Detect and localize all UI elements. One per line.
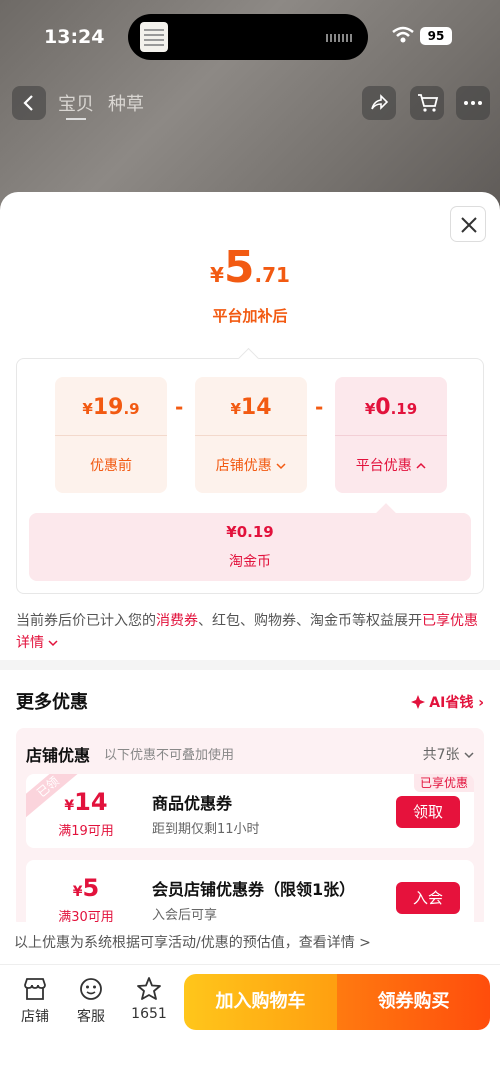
currency-symbol: ¥ xyxy=(82,400,93,418)
disclaimer-bar: 以上优惠为系统根据可享活动/优惠的预估值，查看详情 > xyxy=(0,922,500,964)
currency-symbol: ¥ xyxy=(210,263,224,287)
favorite-count: 1651 xyxy=(131,1006,167,1022)
close-button[interactable] xyxy=(450,206,486,242)
final-price: ¥5.71 xyxy=(0,242,500,293)
section-divider xyxy=(0,660,500,670)
note-text: 当前券后价已计入您的 xyxy=(16,613,156,629)
tab-underline xyxy=(66,118,86,120)
price-calculation-box: ¥19.9 优惠前 - ¥14 店铺优惠 - ¥0.19 平台优惠 ¥0.19 … xyxy=(16,358,484,594)
customer-service-button[interactable]: 客服 xyxy=(66,976,116,1026)
original-price-dec: .9 xyxy=(123,400,140,418)
ai-save-button[interactable]: AI省钱 › xyxy=(410,692,484,712)
store-nav-button[interactable]: 店铺 xyxy=(10,976,60,1026)
chevron-left-icon xyxy=(23,95,33,111)
disclaimer-link[interactable]: 以上优惠为系统根据可享活动/优惠的预估值，查看详情 > xyxy=(14,932,371,952)
platform-discount-dec: .19 xyxy=(390,400,418,418)
store-discount-label: 店铺优惠 xyxy=(215,458,272,474)
minus-sign: - xyxy=(175,395,184,419)
price-detail-sheet: ¥5.71 平台加补后 ¥19.9 优惠前 - ¥14 店铺优惠 - ¥0.19… xyxy=(0,192,500,1084)
final-price-integer: 5 xyxy=(223,242,255,293)
chevron-up-icon xyxy=(416,462,426,469)
coupon-desc: 距到期仅剩11小时 xyxy=(152,822,260,837)
audio-wave-icon xyxy=(326,34,352,42)
store-section-subtitle: 以下优惠不可叠加使用 xyxy=(104,748,235,763)
chevron-down-icon xyxy=(48,640,58,647)
store-label: 店铺 xyxy=(21,1009,49,1025)
coin-amount: ¥0.19 xyxy=(226,523,274,541)
store-icon xyxy=(24,978,46,1000)
more-discounts-title: 更多优惠 xyxy=(16,692,88,713)
minus-sign: - xyxy=(315,395,324,419)
tab-grass[interactable]: 种草 xyxy=(108,90,144,116)
battery-indicator: 95 xyxy=(420,27,452,45)
wifi-icon xyxy=(392,26,414,43)
coupon-desc: 入会后可享 xyxy=(152,908,218,923)
chevron-down-icon xyxy=(464,752,474,759)
coupon-amount: 5 xyxy=(82,874,100,902)
final-price-decimal: .71 xyxy=(254,263,290,287)
service-label: 客服 xyxy=(77,1009,105,1025)
coupon-name: 商品优惠券 xyxy=(152,794,233,813)
join-member-button[interactable]: 入会 xyxy=(396,882,460,914)
back-button[interactable] xyxy=(12,86,46,120)
coupon-count-toggle[interactable]: 共7张 xyxy=(423,744,474,764)
coupon-name: 会员店铺优惠券（限领1张） xyxy=(152,880,356,899)
original-price-int: 19 xyxy=(92,395,124,420)
taobao-coin-box: ¥0.19 淘金币 xyxy=(29,513,471,581)
chevron-down-icon xyxy=(276,463,286,470)
consumption-coupon-link[interactable]: 消费券 xyxy=(156,613,198,629)
coupon-card: 已领 已享优惠 ¥14 满19可用 商品优惠券 距到期仅剩11小时 领取 xyxy=(26,774,474,848)
original-price-label: 优惠前 xyxy=(90,458,132,474)
currency-symbol: ¥ xyxy=(64,798,75,814)
more-dots-icon xyxy=(464,101,482,105)
claim-and-buy-button[interactable]: 领券购买 xyxy=(337,974,490,1030)
share-icon xyxy=(371,94,389,110)
ai-save-label: AI省钱 xyxy=(429,695,474,711)
island-thumbnail xyxy=(140,22,168,52)
dynamic-island xyxy=(128,14,368,60)
store-section-title: 店铺优惠 xyxy=(26,746,91,765)
note-text: 、红包、购物券、淘金币等权益展开 xyxy=(198,613,422,629)
cart-button[interactable] xyxy=(410,86,444,120)
original-price-card: ¥19.9 优惠前 xyxy=(55,377,167,493)
favorite-button[interactable]: 1651 xyxy=(124,976,174,1022)
price-note: 当前券后价已计入您的消费券、红包、购物券、淘金币等权益展开已享优惠详情 xyxy=(16,610,486,654)
close-icon xyxy=(461,217,477,233)
coupon-count: 共7张 xyxy=(422,747,460,763)
store-discount-card[interactable]: ¥14 店铺优惠 xyxy=(195,377,307,493)
ai-sparkle-icon xyxy=(411,695,426,709)
tab-baby[interactable]: 宝贝 xyxy=(58,90,94,116)
more-options-button[interactable] xyxy=(456,86,490,120)
add-to-cart-button[interactable]: 加入购物车 xyxy=(184,974,337,1030)
coin-label: 淘金币 xyxy=(229,554,271,570)
coupon-amount: 14 xyxy=(74,788,108,816)
cart-icon xyxy=(418,94,439,112)
platform-discount-label: 平台优惠 xyxy=(355,458,412,474)
currency-symbol: ¥ xyxy=(230,400,241,418)
applied-tag: 已享优惠 xyxy=(413,774,474,792)
claim-coupon-button[interactable]: 领取 xyxy=(396,796,460,828)
store-discount-int: 14 xyxy=(240,395,272,420)
final-price-label: 平台加补后 xyxy=(212,307,288,325)
service-icon xyxy=(80,978,102,1000)
currency-symbol: ¥ xyxy=(364,400,376,418)
share-button[interactable] xyxy=(362,86,396,120)
platform-discount-int: 0 xyxy=(375,395,391,420)
store-discount-section: 店铺优惠 以下优惠不可叠加使用 共7张 已领 已享优惠 ¥14 满19可用 商品… xyxy=(16,728,484,934)
star-icon xyxy=(137,977,161,1000)
coupon-condition: 满19可用 xyxy=(58,824,114,839)
currency-symbol: ¥ xyxy=(72,884,83,900)
status-time: 13:24 xyxy=(44,26,105,48)
platform-discount-card[interactable]: ¥0.19 平台优惠 xyxy=(335,377,447,493)
status-bar: 13:24 95 xyxy=(0,0,500,70)
